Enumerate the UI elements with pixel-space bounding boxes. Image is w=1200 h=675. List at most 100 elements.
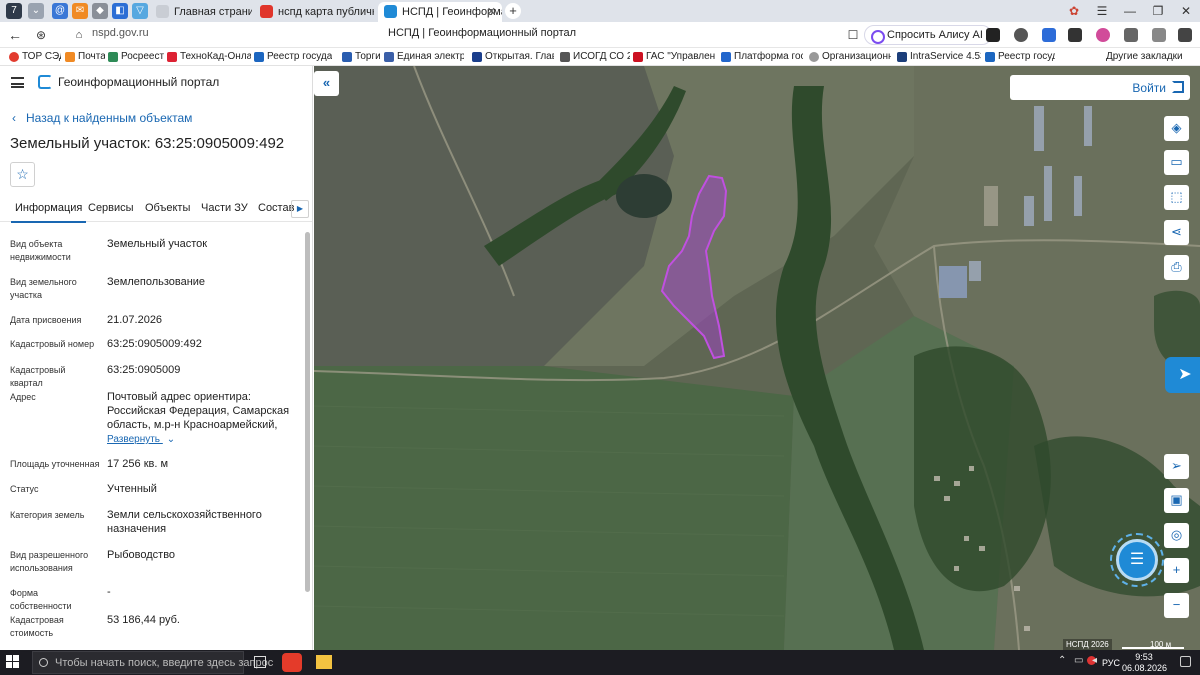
- collapse-panel-button[interactable]: «: [314, 71, 339, 96]
- bookmark-star-icon[interactable]: ☐: [844, 26, 862, 44]
- tabs-scroll-right-button[interactable]: ▶: [291, 200, 309, 218]
- extension-icon[interactable]: [1014, 28, 1028, 42]
- bookmark-item[interactable]: ГАС "Управление: [633, 50, 715, 64]
- field-value: 17 256 кв. м: [107, 458, 169, 470]
- tab-info[interactable]: Информация: [10, 202, 87, 223]
- pinned-tab-icon[interactable]: ▽: [132, 3, 148, 19]
- field-value: 63:25:0905009: [107, 364, 181, 376]
- language-indicator[interactable]: РУС: [1102, 658, 1120, 668]
- print-button[interactable]: ⎙: [1164, 255, 1189, 280]
- bookmark-item[interactable]: ИСОГД СО 2.0: [560, 50, 630, 64]
- tab-objects[interactable]: Объекты: [145, 202, 190, 214]
- browser-menu-icon[interactable]: 7: [6, 3, 22, 19]
- bookmark-item[interactable]: ТехноКад-Онлайн: [167, 50, 251, 64]
- select-area-button[interactable]: ⬚: [1164, 185, 1189, 210]
- alice-button[interactable]: Спросить Алису AI: [864, 25, 992, 45]
- bookmark-item[interactable]: Организационна: [809, 50, 891, 64]
- minimize-icon[interactable]: —: [1116, 0, 1144, 22]
- bookmark-item[interactable]: Торги: [342, 50, 380, 64]
- extension-icon[interactable]: [1068, 28, 1082, 42]
- taskbar-search-input[interactable]: Чтобы начать поиск, введите здесь запрос: [32, 651, 273, 674]
- download-icon[interactable]: [1178, 28, 1192, 42]
- profile-icon[interactable]: ✿: [1060, 0, 1088, 22]
- pinned-tab-icon[interactable]: ◆: [92, 3, 108, 19]
- field-label: Кадастровый номер: [10, 339, 95, 349]
- network-icon[interactable]: ▭: [1074, 655, 1083, 666]
- tab-home[interactable]: Главная страница: [150, 2, 252, 22]
- bookmark-item[interactable]: IntraService 4.53.1: [897, 50, 981, 64]
- help-icon: ➤: [1178, 366, 1192, 383]
- task-view-icon[interactable]: [254, 656, 266, 668]
- tabs-dropdown-icon[interactable]: ⌄: [28, 3, 44, 19]
- windows-start-icon[interactable]: [6, 655, 20, 669]
- bookmark-item[interactable]: Открытая. Главна: [472, 50, 554, 64]
- layers-button[interactable]: ◈: [1164, 116, 1189, 141]
- close-window-icon[interactable]: ✕: [1172, 0, 1200, 22]
- bookmark-item[interactable]: Единая электрон: [384, 50, 464, 64]
- bookmark-icon: [342, 52, 352, 62]
- info-tabs: Информация Сервисы Объекты Части ЗУ Сост…: [0, 196, 312, 223]
- extension-icon[interactable]: [1152, 28, 1166, 42]
- chat-button[interactable]: ☰: [1116, 539, 1158, 581]
- lock-icon[interactable]: ⌂: [70, 26, 88, 44]
- bookmark-item[interactable]: Почта: [65, 50, 105, 64]
- bookmark-item[interactable]: Реестр государст: [254, 50, 332, 64]
- locate-button[interactable]: ➢: [1164, 454, 1189, 479]
- favorite-star-button[interactable]: ☆: [10, 162, 35, 187]
- tab-nspd[interactable]: НСПД | Геоинформацио ✕: [378, 2, 502, 22]
- bookmarks-icon[interactable]: ☰: [1088, 0, 1116, 22]
- bookmark-item[interactable]: ТОР СЭД: [9, 50, 61, 64]
- share-button[interactable]: ⋖: [1164, 220, 1189, 245]
- maximize-icon[interactable]: ❐: [1144, 0, 1172, 22]
- expand-address-link[interactable]: Развернуть ⌄: [107, 434, 175, 445]
- puzzle-icon[interactable]: [1124, 28, 1138, 42]
- pinned-tab-icon[interactable]: ✉: [72, 3, 88, 19]
- login-button[interactable]: Войти: [1132, 81, 1166, 95]
- back-arrow-icon[interactable]: ←: [6, 26, 24, 44]
- browser-taskbar-icon[interactable]: [282, 653, 302, 672]
- tab-search[interactable]: нспд карта публичная ка: [254, 2, 374, 22]
- panel-scrollbar[interactable]: [305, 232, 310, 592]
- chevron-left-icon: ‹: [12, 111, 16, 125]
- bookmark-item[interactable]: Платформа госу: [721, 50, 803, 64]
- tab-parts[interactable]: Части ЗУ: [201, 202, 248, 214]
- satellite-map[interactable]: [314, 66, 1200, 650]
- menu-icon[interactable]: [11, 77, 24, 88]
- zoom-out-button[interactable]: −: [1164, 593, 1189, 618]
- bookmark-item[interactable]: Реестр госуда: [985, 50, 1055, 64]
- other-bookmarks[interactable]: Другие закладки: [1094, 50, 1190, 64]
- extension-icon[interactable]: [1096, 28, 1110, 42]
- field-label: Форма собственности: [10, 588, 72, 611]
- explorer-taskbar-icon[interactable]: [316, 655, 332, 669]
- ruler-button[interactable]: ▭: [1164, 150, 1189, 175]
- bookmark-item[interactable]: Росреестр: [108, 50, 164, 64]
- pinned-tab-icon[interactable]: @: [52, 3, 68, 19]
- clock-time[interactable]: 9:53: [1124, 652, 1164, 662]
- field-label: Площадь уточненная: [10, 459, 100, 469]
- new-tab-icon[interactable]: +: [505, 3, 521, 19]
- back-to-results-link[interactable]: ‹ Назад к найденным объектам: [12, 111, 192, 125]
- tab-composition[interactable]: Состав: [258, 202, 294, 214]
- extension-icon[interactable]: [986, 28, 1000, 42]
- chat-icon: ☰: [1129, 551, 1145, 568]
- extension-icon[interactable]: [1042, 28, 1056, 42]
- tray-chevron-icon[interactable]: ⌃: [1058, 655, 1066, 666]
- login-bar[interactable]: Войти: [1010, 75, 1190, 100]
- field-label: Вид объекта недвижимости: [10, 239, 71, 262]
- site-info-icon[interactable]: ⊛: [32, 26, 50, 44]
- help-button[interactable]: ➤: [1165, 357, 1200, 393]
- scale-bar: [1122, 647, 1184, 649]
- url-field[interactable]: nspd.gov.ru: [92, 27, 149, 39]
- clock-date[interactable]: 06.08.2026: [1122, 663, 1167, 673]
- tab-services[interactable]: Сервисы: [88, 202, 134, 214]
- pinned-tab-icon[interactable]: ◧: [112, 3, 128, 19]
- volume-icon[interactable]: ◂: [1092, 655, 1097, 666]
- zoom-out-icon: −: [1172, 597, 1181, 612]
- screen-button[interactable]: ▣: [1164, 488, 1189, 513]
- field-value: 21.07.2026: [107, 314, 163, 326]
- geo-button[interactable]: ◎: [1164, 523, 1189, 548]
- notifications-icon[interactable]: [1180, 656, 1191, 667]
- page-title: НСПД | Геоинформационный портал: [388, 27, 577, 39]
- zoom-in-button[interactable]: +: [1164, 558, 1189, 583]
- close-tab-icon[interactable]: ✕: [487, 2, 496, 22]
